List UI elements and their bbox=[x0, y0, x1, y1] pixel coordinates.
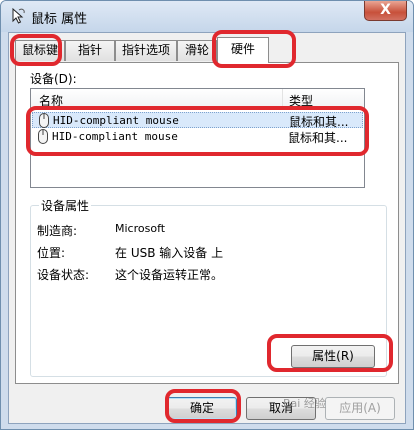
close-button[interactable]: X bbox=[364, 1, 407, 21]
column-divider[interactable] bbox=[282, 89, 283, 109]
devices-label: 设备(D): bbox=[30, 72, 77, 86]
mouse-icon bbox=[39, 113, 49, 128]
close-icon: X bbox=[380, 2, 391, 18]
tab-pointer-options[interactable]: 指针选项 bbox=[115, 40, 177, 61]
device-name: HID-compliant mouse bbox=[53, 114, 179, 127]
column-header-type[interactable]: 类型 bbox=[289, 92, 313, 109]
manufacturer-label: 制造商: bbox=[37, 224, 78, 238]
device-row[interactable]: HID-compliant mouse 鼠标和其... bbox=[32, 112, 363, 129]
tab-wheel[interactable]: 滑轮 bbox=[177, 40, 217, 61]
column-header-name[interactable]: 名称 bbox=[39, 92, 63, 109]
device-row[interactable]: HID-compliant mouse 鼠标和其... bbox=[32, 129, 363, 145]
properties-button[interactable]: 属性(R) bbox=[291, 345, 375, 368]
tab-pointers[interactable]: 指针 bbox=[65, 40, 115, 61]
location-value: 在 USB 输入设备 上 bbox=[115, 246, 224, 260]
title-bar[interactable]: 鼠标 属性 X bbox=[1, 1, 413, 32]
tab-mouse-buttons[interactable]: 鼠标键 bbox=[15, 40, 65, 61]
device-list-header: 名称 类型 bbox=[31, 89, 364, 109]
cancel-button[interactable]: 取消 bbox=[246, 397, 316, 420]
mouse-pointer-icon bbox=[9, 7, 27, 25]
device-name: HID-compliant mouse bbox=[52, 130, 178, 143]
tab-hardware[interactable]: 硬件 bbox=[217, 37, 269, 63]
location-label: 位置: bbox=[37, 246, 66, 260]
window-title: 鼠标 属性 bbox=[31, 12, 88, 27]
mouse-icon bbox=[38, 129, 48, 144]
ok-button[interactable]: 确定 bbox=[167, 397, 237, 420]
device-list[interactable]: 名称 类型 HID-compliant mouse 鼠标和其... HID-co… bbox=[30, 88, 365, 188]
device-type: 鼠标和其... bbox=[289, 115, 349, 129]
mouse-properties-window: 鼠标 属性 X 鼠标键 指针 指针选项 滑轮 硬件 设备(D): 名称 类型 H… bbox=[0, 0, 414, 430]
manufacturer-value: Microsoft bbox=[115, 222, 166, 235]
device-status-value: 这个设备运转正常。 bbox=[115, 268, 224, 282]
device-status-label: 设备状态: bbox=[37, 268, 90, 282]
device-type: 鼠标和其... bbox=[288, 131, 348, 145]
dialog-body: 鼠标键 指针 指针选项 滑轮 硬件 设备(D): 名称 类型 HID-compl… bbox=[8, 32, 406, 424]
apply-button[interactable]: 应用(A) bbox=[325, 397, 395, 420]
device-properties-title: 设备属性 bbox=[39, 197, 92, 214]
